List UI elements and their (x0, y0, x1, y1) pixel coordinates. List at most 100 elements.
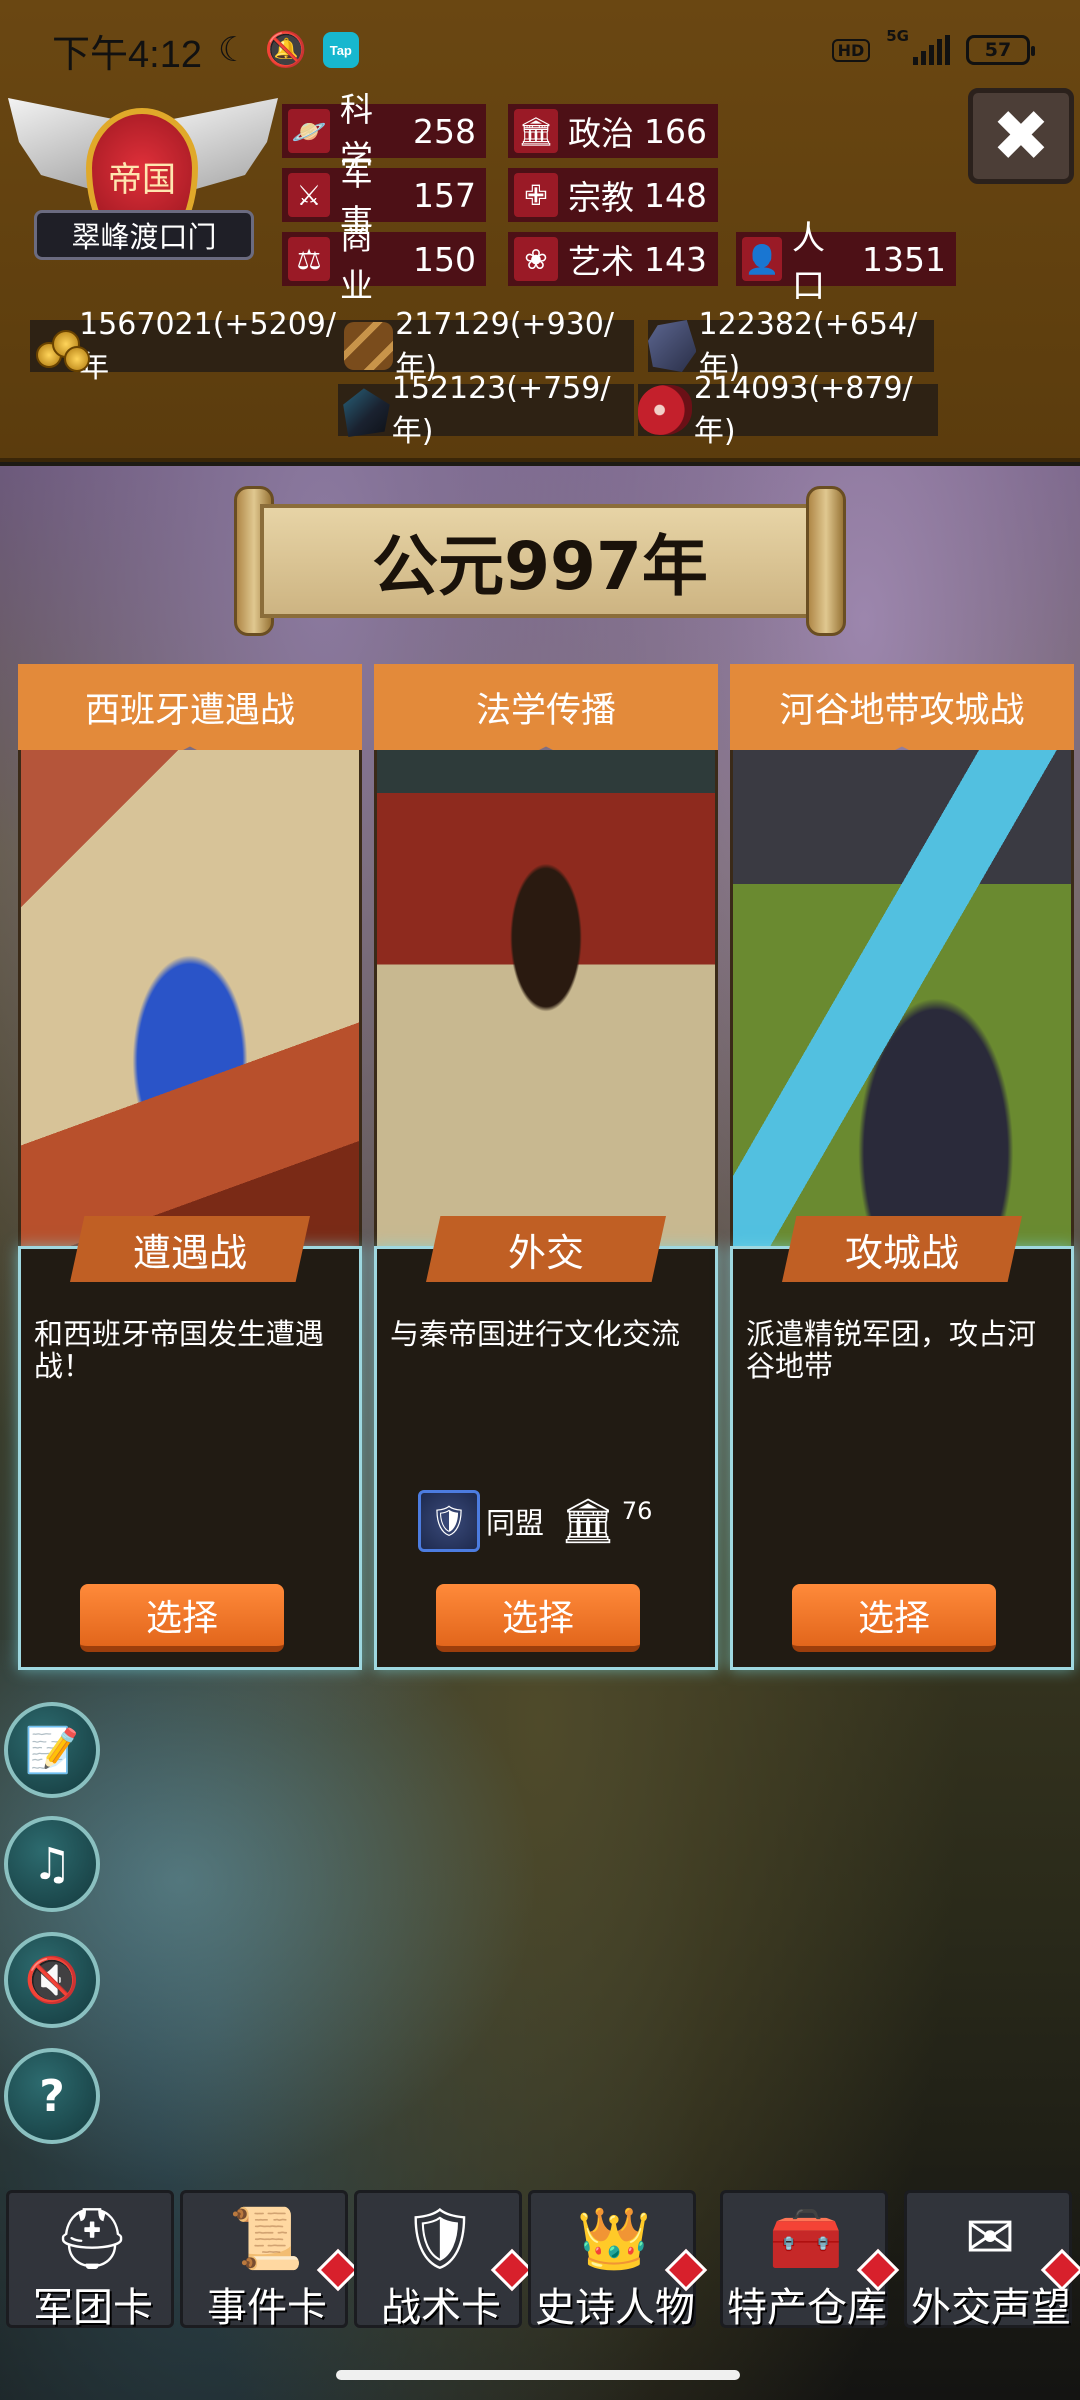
planet-icon: 🪐 (288, 109, 330, 153)
card-type-badge: 攻城战 (782, 1216, 1022, 1282)
nav-label: 外交声望 (911, 2285, 1071, 2331)
gold-coins-icon (30, 316, 90, 376)
chest-icon: 🧰 (768, 2203, 844, 2274)
card-type-badge: 外交 (426, 1216, 666, 1282)
iron-ingot-icon (343, 388, 390, 437)
stat-population: 👤 人口 1351 (736, 218, 956, 305)
card-art-plaza-battle (18, 750, 362, 1286)
journal-button[interactable]: 📝 (4, 1702, 100, 1798)
stat-population-value: 1351 (862, 239, 946, 279)
hd-badge: HD (831, 38, 871, 62)
resource-iron-value: 152123(+759/年) (391, 370, 611, 449)
stat-commerce-value: 150 (413, 239, 476, 279)
requirement-value: 76 (621, 1497, 653, 1525)
close-icon: ✖ (991, 95, 1051, 177)
stat-politics-value: 166 (644, 111, 707, 151)
crown-icon: 👑 (576, 2203, 652, 2274)
card-title: 西班牙遭遇战 (18, 664, 362, 750)
help-button[interactable]: ? (4, 2048, 100, 2144)
crossed-swords-icon: ⚔ (288, 173, 330, 217)
stat-commerce: ⚖ 商业 150 (282, 218, 486, 305)
stat-religion-label: 宗教 (568, 178, 634, 217)
stat-population-label: 人口 (792, 218, 825, 305)
battery-icon: 57 (966, 35, 1035, 65)
stat-politics: 🏛 政治 166 (508, 104, 718, 158)
status-right: HD 5G 57 (831, 27, 1035, 65)
empire-emblem[interactable]: 帝国 翠峰渡口门 (8, 88, 278, 288)
government-building-icon: 🏛 (514, 109, 558, 153)
select-button[interactable]: 选择 (792, 1584, 996, 1652)
music-toggle-button[interactable]: ♫ (4, 1816, 100, 1912)
wood-logs-icon (344, 322, 394, 370)
scroll-icon: 📜 (228, 2203, 304, 2274)
scroll-right-roll-icon (806, 486, 846, 636)
stat-politics-label: 政治 (568, 114, 634, 153)
home-indicator[interactable] (336, 2370, 740, 2380)
shield-swords-icon: 🛡 (401, 2203, 479, 2274)
signal-icon (913, 35, 950, 65)
nav-tactic-cards[interactable]: 🛡 战术卡 (354, 2190, 534, 2331)
select-button[interactable]: 选择 (436, 1584, 640, 1652)
card-description: 派遣精锐军团，攻占河谷地带 (746, 1317, 1037, 1383)
card-description: 与秦帝国进行文化交流 (390, 1317, 681, 1351)
resource-iron: 152123(+759/年) (338, 371, 634, 449)
sound-toggle-button[interactable]: 🔇 (4, 1932, 100, 2028)
emblem-name: 翠峰渡口门 (34, 210, 254, 260)
bell-muted-icon: 🔕 (264, 30, 307, 70)
status-left: 下午4:12 ☾ 🔕 Tap (52, 23, 359, 78)
card-title: 河谷地带攻城战 (730, 664, 1074, 750)
card-art-temple (374, 750, 718, 1286)
nav-epic-characters[interactable]: 👑 史诗人物 (528, 2190, 708, 2331)
top-header: 下午4:12 ☾ 🔕 Tap HD 5G 57 帝国 翠峰渡口门 🪐 科学 25… (0, 0, 1080, 462)
status-time: 下午4:12 (52, 33, 202, 76)
resource-meat-value: 214093(+879/年) (693, 370, 913, 449)
resource-wood: 217129(+930/年) (344, 307, 634, 385)
resource-gold-value: 1567021(+5209/年 (79, 306, 336, 385)
cross-icon: ✙ (514, 173, 558, 217)
tap-app-icon: Tap (322, 32, 359, 68)
stat-art: ❀ 艺术 143 (508, 232, 718, 286)
stat-science-value: 258 (413, 111, 476, 151)
person-icon: 👤 (742, 237, 782, 281)
bottom-nav: ⛑ 军团卡 📜 事件卡 🛡 战术卡 👑 史诗人物 🧰 特产仓库 ✉ 外交声望 (0, 2186, 1080, 2336)
stat-art-value: 143 (644, 239, 707, 279)
letter-icon: ✉ (964, 2203, 1016, 2273)
lotus-icon: ❀ (514, 237, 558, 281)
book-quill-icon: 📝 (24, 1725, 80, 1776)
moon-icon: ☾ (217, 30, 249, 70)
alliance-icon: 🛡 (418, 1490, 480, 1552)
nav-specialty-warehouse[interactable]: 🧰 特产仓库 (720, 2190, 900, 2331)
stat-commerce-label: 商业 (340, 218, 373, 305)
resource-gold: 1567021(+5209/年 (30, 307, 346, 385)
stat-military-value: 157 (413, 175, 476, 215)
close-button[interactable]: ✖ (968, 88, 1074, 184)
stat-religion: ✙ 宗教 148 (508, 168, 718, 222)
stat-religion-value: 148 (644, 175, 707, 215)
status-bar: 下午4:12 ☾ 🔕 Tap HD 5G 57 (0, 0, 1080, 100)
card-description: 和西班牙帝国发生遭遇战！ (34, 1317, 325, 1383)
helmet-icon: ⛑ (53, 2203, 131, 2274)
year-label: 公元997年 (260, 504, 820, 618)
stone-ore-icon (648, 320, 697, 372)
year-scroll: 公元997年 (234, 486, 846, 636)
network-label: 5G (886, 27, 909, 45)
resource-meat: 214093(+879/年) (638, 371, 938, 449)
card-type-badge: 遭遇战 (70, 1216, 310, 1282)
alliance-label: 同盟 (486, 1506, 545, 1540)
card-title: 法学传播 (374, 664, 718, 750)
nav-diplomatic-reputation[interactable]: ✉ 外交声望 (904, 2190, 1080, 2331)
requirement-row: 🛡 同盟 🏛 76 (418, 1490, 652, 1552)
question-mark-icon: ? (39, 2070, 65, 2122)
emblem-title: 帝国 (108, 160, 176, 200)
card-art-valley-siege (730, 750, 1074, 1286)
select-button[interactable]: 选择 (80, 1584, 284, 1652)
nav-event-cards[interactable]: 📜 事件卡 (180, 2190, 360, 2331)
resource-stone: 122382(+654/年) (648, 307, 934, 385)
nav-legion-cards[interactable]: ⛑ 军团卡 (6, 2190, 174, 2331)
government-building-icon: 🏛 (560, 1496, 616, 1547)
meat-steak-icon (638, 385, 692, 435)
speaker-muted-icon: 🔇 (24, 1955, 80, 2006)
scales-icon: ⚖ (288, 237, 330, 281)
nav-label: 军团卡 (33, 2285, 153, 2331)
music-off-icon: ♫ (32, 1838, 72, 1890)
